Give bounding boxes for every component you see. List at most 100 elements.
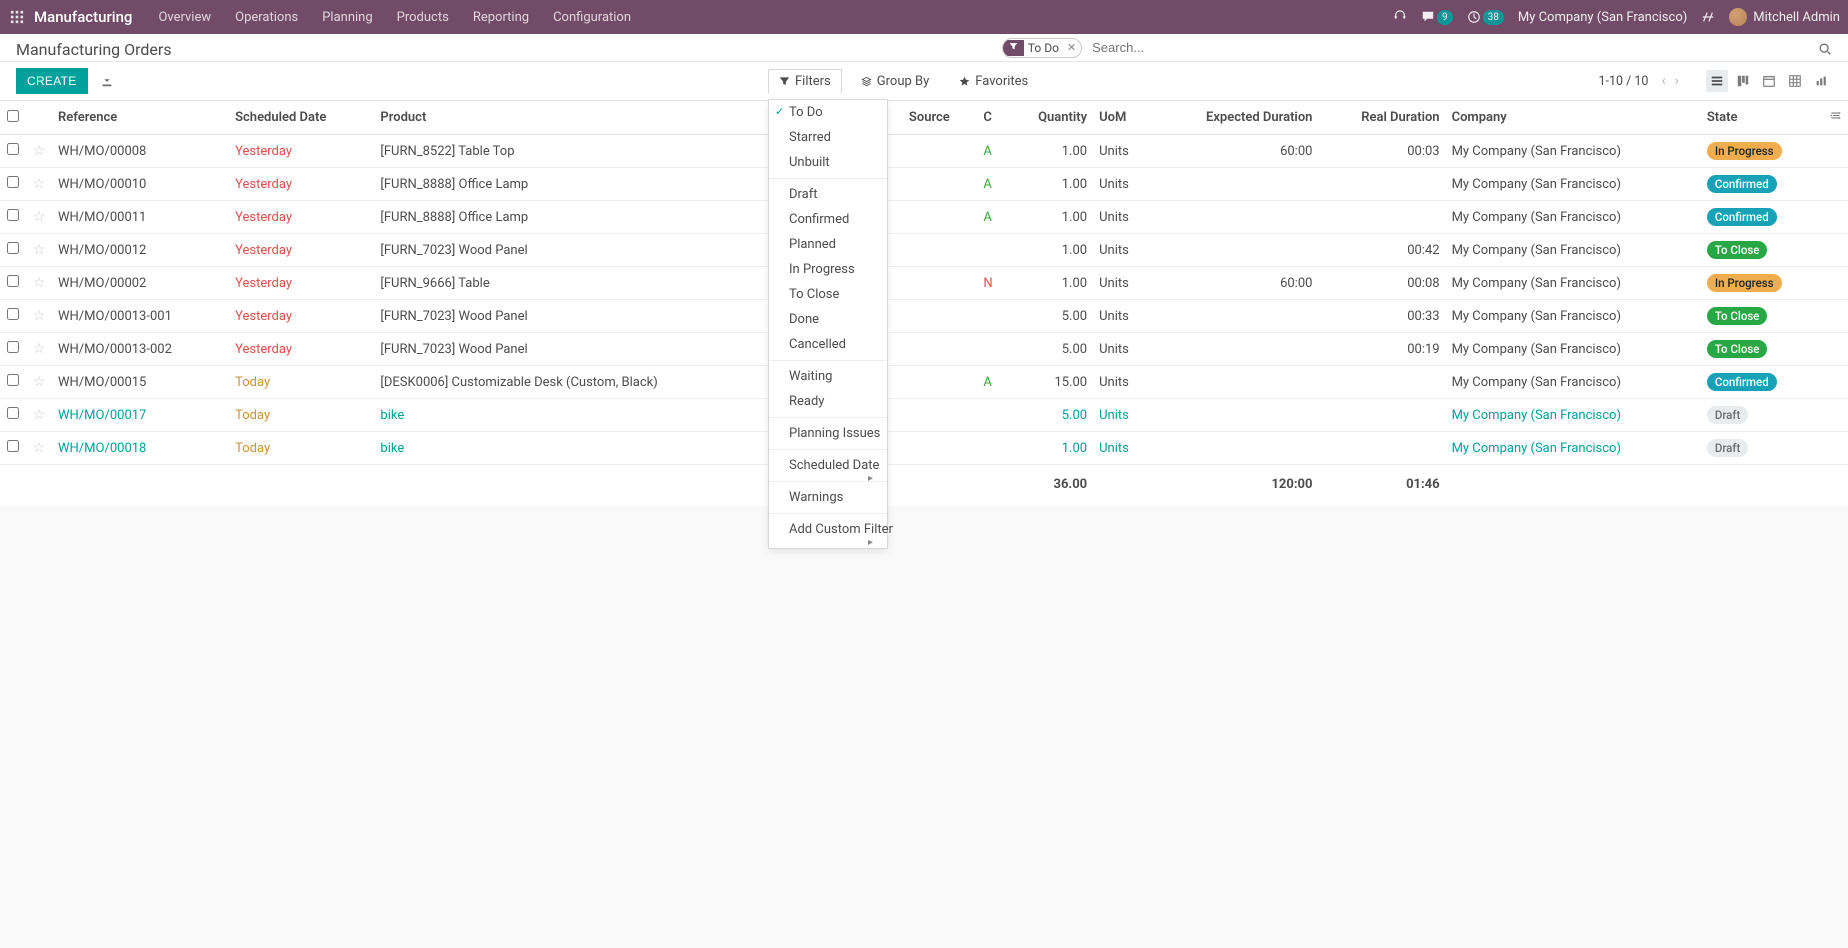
pager-text[interactable]: 1-10 / 10	[1599, 74, 1649, 89]
groupby-toggle[interactable]: Group By	[850, 69, 941, 94]
search-input[interactable]	[1088, 37, 1308, 58]
menu-products[interactable]: Products	[387, 4, 459, 31]
star-icon[interactable]: ☆	[33, 308, 46, 324]
activities-icon[interactable]: 38	[1467, 10, 1504, 25]
col-expected[interactable]: Expected Duration	[1152, 101, 1319, 135]
row-checkbox[interactable]	[7, 308, 19, 320]
table-row[interactable]: ☆WH/MO/00013-001Yesterday[FURN_7023] Woo…	[0, 300, 1848, 333]
debug-icon[interactable]	[1701, 10, 1715, 24]
table-row[interactable]: ☆WH/MO/00015Today[DESK0006] Customizable…	[0, 366, 1848, 399]
menu-overview[interactable]: Overview	[148, 4, 221, 31]
table-row[interactable]: ☆WH/MO/00002Yesterday[FURN_9666] TableN1…	[0, 267, 1848, 300]
col-scheduled[interactable]: Scheduled Date	[229, 101, 374, 135]
cell-expected	[1152, 366, 1319, 399]
filter-item[interactable]: Add Custom Filter▸	[769, 517, 887, 542]
filters-toggle[interactable]: Filters	[768, 69, 842, 94]
filter-item[interactable]: Confirmed	[769, 207, 887, 232]
col-company[interactable]: Company	[1446, 101, 1701, 135]
menu-planning[interactable]: Planning	[312, 4, 382, 31]
favorites-toggle[interactable]: Favorites	[948, 69, 1039, 94]
select-all-checkbox[interactable]	[7, 110, 19, 122]
pager-prev[interactable]: ‹	[1658, 73, 1668, 89]
menu-reporting[interactable]: Reporting	[463, 4, 539, 31]
import-button[interactable]	[100, 73, 114, 89]
star-icon[interactable]: ☆	[33, 341, 46, 357]
cell-source	[903, 234, 977, 267]
messages-icon[interactable]: 9	[1421, 10, 1453, 25]
col-state[interactable]: State	[1701, 101, 1823, 135]
menu-configuration[interactable]: Configuration	[543, 4, 641, 31]
star-icon[interactable]: ☆	[33, 374, 46, 390]
app-brand[interactable]: Manufacturing	[34, 8, 132, 26]
col-component[interactable]: C	[977, 101, 1007, 135]
cell-scheduled: Yesterday	[229, 168, 374, 201]
cell-source	[903, 267, 977, 300]
company-switcher[interactable]: My Company (San Francisco)	[1518, 10, 1687, 25]
menu-operations[interactable]: Operations	[225, 4, 308, 31]
filter-item[interactable]: Scheduled Date▸	[769, 453, 887, 478]
table-row[interactable]: ☆WH/MO/00011Yesterday[FURN_8888] Office …	[0, 201, 1848, 234]
table-row[interactable]: ☆WH/MO/00012Yesterday[FURN_7023] Wood Pa…	[0, 234, 1848, 267]
state-badge: Confirmed	[1707, 208, 1777, 226]
filter-item[interactable]: Starred	[769, 125, 887, 150]
row-checkbox[interactable]	[7, 275, 19, 287]
table-row[interactable]: ☆WH/MO/00013-002Yesterday[FURN_7023] Woo…	[0, 333, 1848, 366]
star-icon[interactable]: ☆	[33, 275, 46, 291]
cell-availability: A	[977, 201, 1007, 234]
col-real[interactable]: Real Duration	[1318, 101, 1445, 135]
view-graph-icon[interactable]	[1810, 70, 1832, 92]
topnav: Manufacturing Overview Operations Planni…	[0, 0, 1848, 34]
row-checkbox[interactable]	[7, 407, 19, 419]
col-reference[interactable]: Reference	[52, 101, 229, 135]
cell-expected	[1152, 432, 1319, 465]
view-calendar-icon[interactable]	[1758, 70, 1780, 92]
pager-next[interactable]: ›	[1672, 73, 1682, 89]
row-checkbox[interactable]	[7, 341, 19, 353]
view-pivot-icon[interactable]	[1784, 70, 1806, 92]
filter-item[interactable]: Ready	[769, 389, 887, 414]
star-icon[interactable]: ☆	[33, 143, 46, 159]
row-checkbox[interactable]	[7, 143, 19, 155]
row-checkbox[interactable]	[7, 374, 19, 386]
col-source[interactable]: Source	[903, 101, 977, 135]
star-icon[interactable]: ☆	[33, 176, 46, 192]
row-checkbox[interactable]	[7, 176, 19, 188]
user-menu[interactable]: Mitchell Admin	[1729, 8, 1840, 26]
filter-item[interactable]: Unbuilt	[769, 150, 887, 175]
filter-item[interactable]: Waiting	[769, 364, 887, 389]
col-product[interactable]: Product	[374, 101, 781, 135]
view-kanban-icon[interactable]	[1732, 70, 1754, 92]
filter-item[interactable]: Draft	[769, 182, 887, 207]
cell-company: My Company (San Francisco)	[1446, 135, 1701, 168]
filter-item[interactable]: In Progress	[769, 257, 887, 282]
search-icon[interactable]	[1818, 39, 1832, 57]
table-row[interactable]: ☆WH/MO/00017Todaybike5.00UnitsMy Company…	[0, 399, 1848, 432]
star-icon[interactable]: ☆	[33, 407, 46, 423]
create-button[interactable]: CREATE	[16, 68, 88, 94]
col-uom[interactable]: UoM	[1093, 101, 1152, 135]
table-row[interactable]: ☆WH/MO/00018Todaybike1.00UnitsMy Company…	[0, 432, 1848, 465]
apps-icon[interactable]	[8, 9, 26, 25]
optional-columns-toggle[interactable]	[1823, 101, 1848, 135]
row-checkbox[interactable]	[7, 440, 19, 452]
filter-item[interactable]: To Do	[769, 100, 887, 125]
table-row[interactable]: ☆WH/MO/00010Yesterday[FURN_8888] Office …	[0, 168, 1848, 201]
table-row[interactable]: ☆WH/MO/00008Yesterday[FURN_8522] Table T…	[0, 135, 1848, 168]
filter-item[interactable]: Planning Issues	[769, 421, 887, 446]
col-quantity[interactable]: Quantity	[1007, 101, 1093, 135]
star-icon[interactable]: ☆	[33, 209, 46, 225]
filter-item[interactable]: Warnings	[769, 485, 887, 510]
filter-item[interactable]: Done	[769, 307, 887, 332]
row-checkbox[interactable]	[7, 242, 19, 254]
filter-item[interactable]: To Close	[769, 282, 887, 307]
cell-real: 00:03	[1318, 135, 1445, 168]
filter-item[interactable]: Cancelled	[769, 332, 887, 357]
support-icon[interactable]	[1393, 10, 1407, 24]
star-icon[interactable]: ☆	[33, 242, 46, 258]
row-checkbox[interactable]	[7, 209, 19, 221]
view-list-icon[interactable]	[1706, 70, 1728, 92]
filter-item[interactable]: Planned	[769, 232, 887, 257]
cell-product: bike	[374, 432, 781, 465]
search-facet-remove[interactable]: ✕	[1065, 41, 1081, 54]
star-icon[interactable]: ☆	[33, 440, 46, 456]
